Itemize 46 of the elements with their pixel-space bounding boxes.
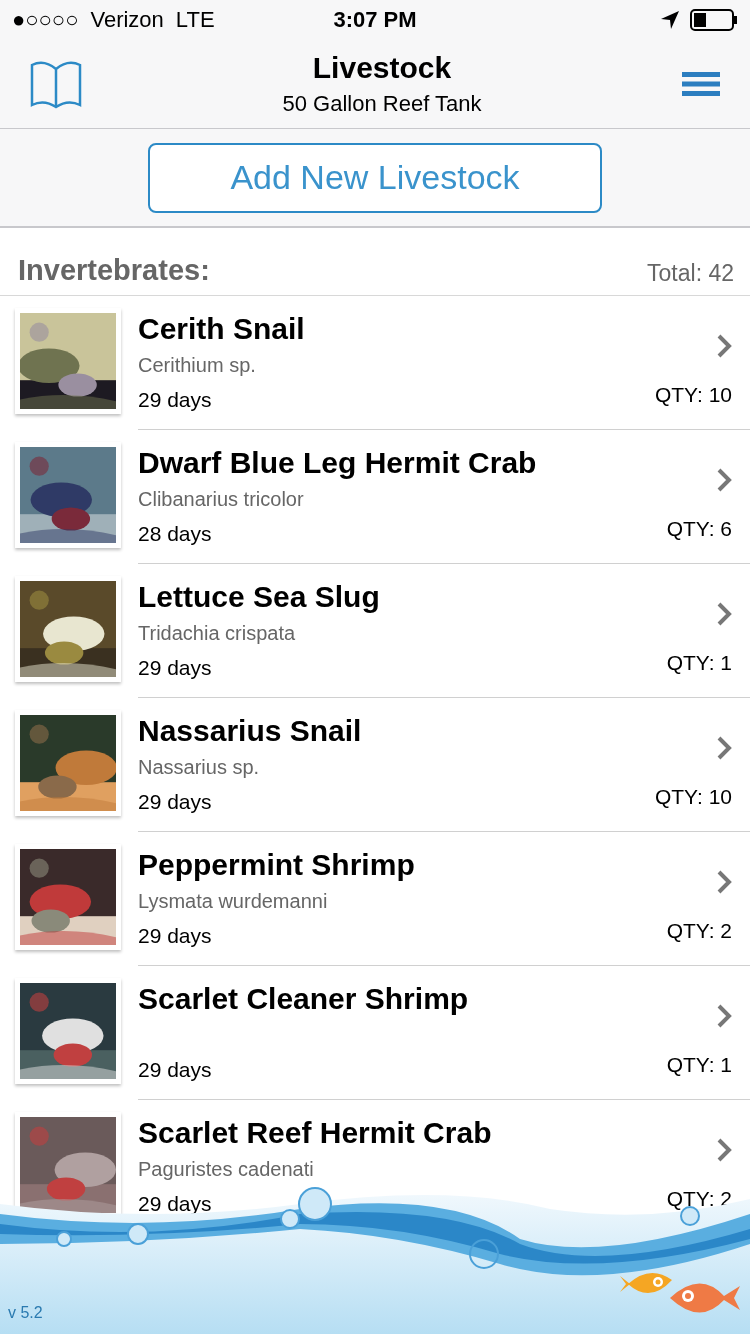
chevron-icon[interactable] <box>716 334 732 358</box>
age-text: 29 days <box>138 656 213 680</box>
version-text: v 5.2 <box>8 1304 43 1322</box>
livestock-name[interactable]: Peppermint Shrimp <box>138 848 667 888</box>
livestock-name[interactable]: Scarlet Cleaner Shrimp <box>138 982 667 1022</box>
age-text: 29 days <box>138 388 213 412</box>
scientific-name: Tridachia crispata <box>138 622 296 644</box>
quantity-text: QTY: 6 <box>666 517 732 541</box>
quantity-text: QTY: 1 <box>666 1053 732 1077</box>
location-icon <box>660 10 680 30</box>
chevron-icon[interactable] <box>716 1004 732 1028</box>
scientific-name: Paguristes cadenati <box>138 1158 314 1180</box>
scientific-name: Clibanarius tricolor <box>138 488 304 510</box>
age-text: 29 days <box>138 1058 213 1082</box>
section-heading: Invertebrates: <box>18 254 210 287</box>
clock: 3:07 PM <box>333 7 417 32</box>
signal-strength: ●○○○○ <box>12 7 79 33</box>
scientific-name: Cerithium sp. <box>138 354 256 376</box>
quantity-text: QTY: 2 <box>666 919 732 943</box>
quantity-text: QTY: 1 <box>666 651 732 675</box>
chevron-icon[interactable] <box>716 870 732 894</box>
battery-icon <box>690 9 738 31</box>
total-count: Total: 42 <box>647 260 734 287</box>
chevron-icon[interactable] <box>716 602 732 626</box>
carrier: Verizon <box>90 7 164 33</box>
livestock-name[interactable]: Cerith Snail <box>138 312 655 352</box>
livestock-name[interactable]: Lettuce Sea Slug <box>138 580 667 620</box>
chevron-icon[interactable] <box>716 736 732 760</box>
scientific-name: Nassarius sp. <box>138 756 260 778</box>
network-type: LTE <box>175 7 215 33</box>
quantity-text: QTY: 10 <box>654 785 732 809</box>
quantity-text: QTY: 10 <box>654 383 732 407</box>
age-text: 29 days <box>138 790 213 814</box>
chevron-icon[interactable] <box>716 468 732 492</box>
chevron-icon[interactable] <box>716 1138 732 1162</box>
age-text: 29 days <box>138 1192 213 1216</box>
page-title: Livestock <box>312 51 452 85</box>
age-text: 29 days <box>138 924 213 948</box>
livestock-name[interactable]: Nassarius Snail <box>138 714 655 754</box>
livestock-name[interactable]: Scarlet Reef Hermit Crab <box>138 1116 667 1156</box>
page-subtitle: 50 Gallon Reef Tank <box>282 91 482 117</box>
age-text: 28 days <box>138 522 213 546</box>
menu-icon[interactable] <box>682 72 720 96</box>
livestock-name[interactable]: Dwarf Blue Leg Hermit Crab <box>138 446 667 486</box>
book-icon[interactable] <box>30 59 82 109</box>
scientific-name: Lysmata wurdemanni <box>138 890 328 912</box>
